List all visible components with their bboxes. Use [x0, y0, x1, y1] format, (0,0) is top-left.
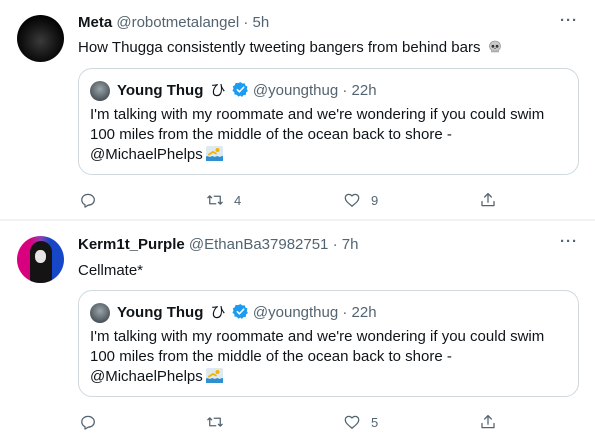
quoted-text-line: 100 miles from the middle of the ocean b… [90, 348, 452, 365]
tweet-text-content: How Thugga consistently tweeting bangers… [78, 39, 481, 56]
quoted-timestamp[interactable]: 22h [352, 82, 377, 99]
quoted-author-name[interactable]: Young Thug [117, 82, 203, 99]
quoted-author-name[interactable]: Young Thug [117, 304, 203, 321]
quoted-tweet[interactable]: Young Thug ひ @youngthug · 22h I'm talkin… [78, 290, 579, 397]
quoted-text-line: I'm talking with my roommate and we're w… [90, 106, 545, 123]
like-count: 9 [371, 192, 379, 208]
skull-icon [488, 40, 501, 53]
tweet-header: Meta @robotmetalangel · 5h [78, 14, 269, 32]
heart-icon [344, 415, 360, 429]
avatar-face [35, 250, 46, 263]
tweet-text: Cellmate* [78, 262, 144, 279]
quoted-text: I'm talking with my roommate and we're w… [90, 327, 576, 387]
quoted-text-line: @MichaelPhelps [90, 145, 576, 165]
quoted-header: Young Thug ひ @youngthug · 22h [117, 303, 377, 323]
tweet-header: Kerm1t_Purple @EthanBa37982751 · 7h [78, 236, 358, 254]
more-options-icon[interactable]: ··· [560, 233, 578, 250]
author-name[interactable]: Kerm1t_Purple [78, 236, 185, 253]
reply-icon [81, 193, 95, 208]
share-icon [481, 192, 495, 207]
retweet-button[interactable] [206, 412, 234, 432]
retweet-button[interactable]: 4 [206, 190, 241, 210]
verified-badge-icon [232, 82, 248, 97]
tweet-actions: 5 [0, 412, 595, 432]
quoted-text-line: I'm talking with my roommate and we're w… [90, 328, 545, 345]
retweet-count: 4 [234, 192, 242, 208]
like-count: 5 [371, 414, 379, 430]
mention-link[interactable]: @MichaelPhelps [90, 146, 203, 163]
share-button[interactable] [479, 190, 497, 210]
more-options-icon[interactable]: ··· [560, 12, 578, 29]
quoted-avatar[interactable] [90, 303, 110, 323]
like-button[interactable]: 5 [343, 412, 378, 432]
quoted-text: I'm talking with my roommate and we're w… [90, 105, 576, 165]
timestamp[interactable]: 5h [253, 14, 270, 31]
author-name[interactable]: Meta [78, 14, 112, 31]
separator-dot: · [243, 14, 249, 31]
author-handle[interactable]: @robotmetalangel [116, 14, 239, 31]
avatar[interactable] [17, 236, 64, 283]
tweet-actions: 4 9 [0, 190, 595, 210]
timestamp[interactable]: 7h [342, 236, 359, 253]
share-icon [481, 414, 495, 429]
quoted-avatar[interactable] [90, 81, 110, 101]
quoted-author-handle[interactable]: @youngthug [253, 82, 338, 99]
swimmer-icon [205, 368, 223, 383]
reply-button[interactable] [79, 190, 107, 210]
separator-dot: · [342, 82, 348, 99]
tweet-text: How Thugga consistently tweeting bangers… [78, 38, 502, 58]
quoted-author-glyph: ひ [210, 82, 226, 99]
heart-icon [344, 193, 360, 207]
author-handle[interactable]: @EthanBa37982751 [189, 236, 329, 253]
quoted-header: Young Thug ひ @youngthug · 22h [117, 81, 377, 101]
quoted-timestamp[interactable]: 22h [352, 304, 377, 321]
retweet-icon [207, 195, 223, 205]
tweet[interactable]: Kerm1t_Purple @EthanBa37982751 · 7h ··· … [0, 221, 595, 440]
quoted-text-line: @MichaelPhelps [90, 367, 576, 387]
like-button[interactable]: 9 [343, 190, 378, 210]
avatar[interactable] [17, 15, 64, 62]
separator-dot: · [342, 304, 348, 321]
separator-dot: · [332, 236, 338, 253]
quoted-text-line: 100 miles from the middle of the ocean b… [90, 126, 452, 143]
quoted-tweet[interactable]: Young Thug ひ @youngthug · 22h I'm talkin… [78, 68, 579, 175]
tweet[interactable]: Meta @robotmetalangel · 5h ··· How Thugg… [0, 0, 595, 220]
reply-button[interactable] [79, 412, 107, 432]
mention-link[interactable]: @MichaelPhelps [90, 368, 203, 385]
swimmer-icon [205, 146, 223, 161]
retweet-icon [207, 417, 223, 427]
share-button[interactable] [479, 412, 497, 432]
quoted-author-handle[interactable]: @youngthug [253, 304, 338, 321]
reply-icon [81, 415, 95, 430]
quoted-author-glyph: ひ [210, 304, 226, 321]
verified-badge-icon [232, 304, 248, 319]
